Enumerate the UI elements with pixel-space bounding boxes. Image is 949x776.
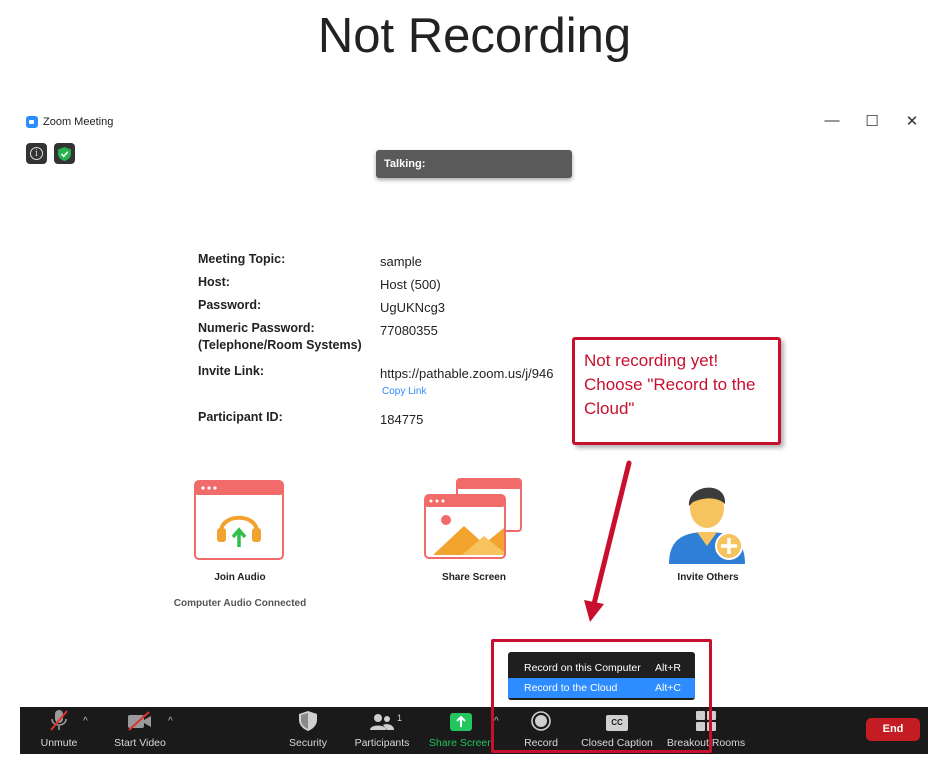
unmute-button[interactable]: Unmute xyxy=(38,707,80,754)
zoom-logo-icon xyxy=(26,116,38,128)
host-label: Host: xyxy=(198,275,230,289)
window-controls: — ☐ ✕ xyxy=(823,112,921,130)
slide-title: Not Recording xyxy=(317,9,632,63)
invite-others-label: Invite Others xyxy=(677,572,739,583)
window-title-bar: Zoom Meeting xyxy=(26,116,113,128)
invite-others-icon xyxy=(669,487,745,564)
close-button[interactable]: ✕ xyxy=(903,112,921,130)
meeting-topic-label: Meeting Topic: xyxy=(198,252,286,266)
share-screen-arrow-icon xyxy=(450,713,472,731)
unmute-label: Unmute xyxy=(40,737,78,749)
maximize-button[interactable]: ☐ xyxy=(863,112,881,130)
start-video-label: Start Video xyxy=(114,737,166,749)
participant-id-value: 184775 xyxy=(380,412,424,427)
participants-icon xyxy=(370,714,394,730)
info-icon: i xyxy=(30,147,43,160)
join-audio-label: Join Audio xyxy=(214,572,266,583)
shield-check-icon xyxy=(58,146,71,161)
talking-indicator: Talking: xyxy=(376,150,572,178)
participants-label: Participants xyxy=(354,737,410,749)
callout-line-3: Cloud" xyxy=(584,399,635,418)
numeric-password-sublabel: (Telephone/Room Systems) xyxy=(198,338,362,352)
audio-options-caret[interactable]: ^ xyxy=(83,716,88,727)
join-audio-icon xyxy=(194,480,284,560)
join-audio-button[interactable] xyxy=(194,480,284,565)
minimize-button[interactable]: — xyxy=(823,112,841,130)
meeting-topic-value: sample xyxy=(380,254,422,269)
invite-link-label: Invite Link: xyxy=(198,364,264,378)
invite-link-value[interactable]: https://pathable.zoom.us/j/946 xyxy=(380,365,553,382)
share-screen-action-button[interactable] xyxy=(424,478,524,565)
meeting-toolbar: Unmute ^ Start Video ^ Security 1 Partic… xyxy=(20,707,928,754)
meeting-info-button[interactable]: i xyxy=(26,143,47,164)
window-title: Zoom Meeting xyxy=(43,116,114,128)
numeric-password-value: 77080355 xyxy=(380,323,438,338)
audio-status: Computer Audio Connected xyxy=(173,598,307,609)
password-value: UgUKNcg3 xyxy=(380,300,446,315)
copy-link[interactable]: Copy Link xyxy=(382,386,426,397)
participant-id-label: Participant ID: xyxy=(198,410,283,424)
callout-line-1: Not recording yet! xyxy=(584,351,719,370)
participants-button[interactable]: 1 Participants xyxy=(352,707,412,754)
security-label: Security xyxy=(289,737,327,749)
record-menu-highlight xyxy=(491,639,712,753)
callout-line-2: Choose "Record to the xyxy=(584,375,756,394)
host-value: Host (500) xyxy=(380,277,441,292)
video-options-caret[interactable]: ^ xyxy=(168,716,173,727)
participants-count: 1 xyxy=(396,713,402,723)
numeric-password-label: Numeric Password: xyxy=(198,321,315,335)
share-screen-icon xyxy=(424,478,522,559)
share-screen-toolbar-button[interactable]: Share Screen xyxy=(428,707,494,754)
share-screen-label: Share Screen xyxy=(442,572,506,583)
end-meeting-button[interactable]: End xyxy=(866,718,920,741)
invite-others-button[interactable] xyxy=(667,474,747,571)
password-label: Password: xyxy=(198,298,262,312)
microphone-muted-icon xyxy=(50,710,68,731)
annotation-arrow xyxy=(584,460,632,622)
security-shield-icon xyxy=(299,711,317,731)
video-off-icon xyxy=(128,711,151,731)
security-button[interactable]: Security xyxy=(286,707,330,754)
start-video-button[interactable]: Start Video xyxy=(112,707,168,754)
encryption-shield-button[interactable] xyxy=(54,143,75,164)
share-screen-toolbar-label: Share Screen xyxy=(428,737,494,749)
annotation-callout: Not recording yet! Choose "Record to the… xyxy=(572,337,781,445)
